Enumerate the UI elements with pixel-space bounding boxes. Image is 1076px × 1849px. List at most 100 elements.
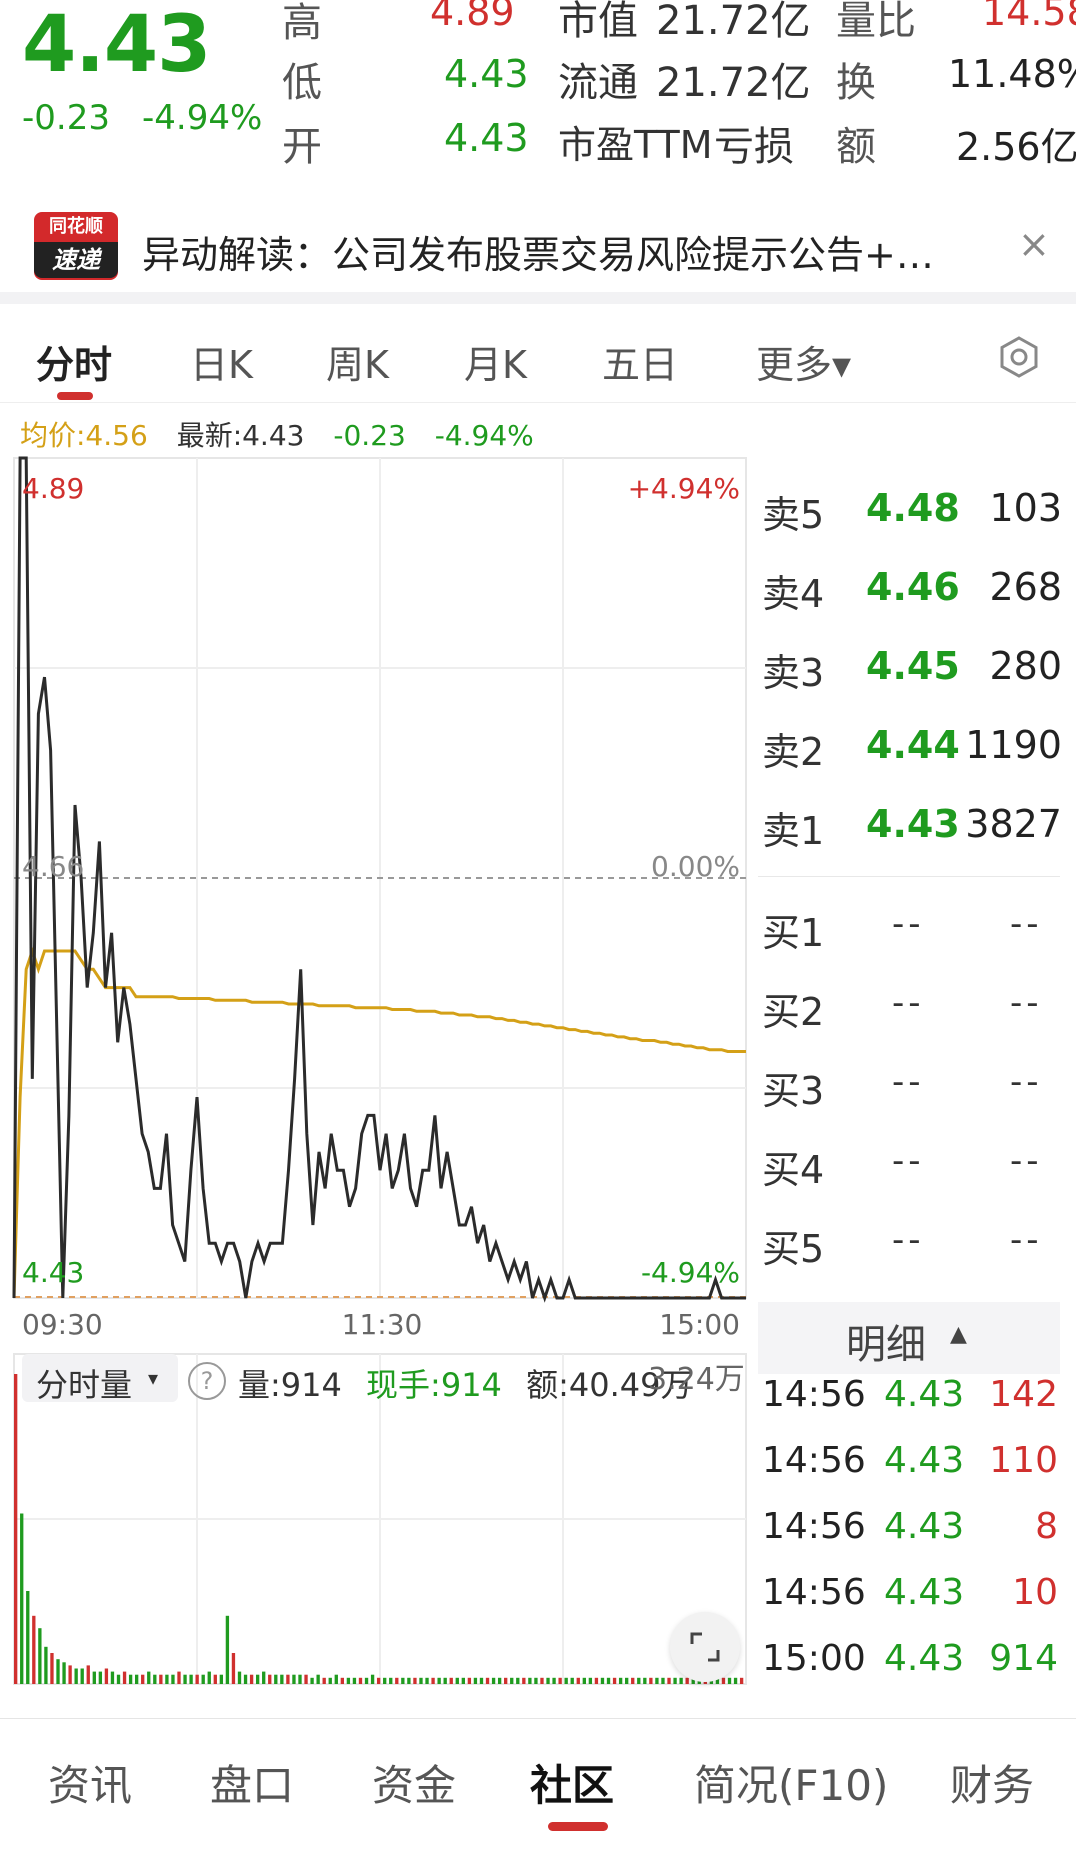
current-hand-value: 现手:914 (366, 1366, 502, 1404)
volume-bar (56, 1659, 60, 1684)
bid-3-price: -- (892, 1062, 925, 1102)
open-value: 4.43 (444, 116, 529, 160)
volume-bar (110, 1671, 115, 1684)
volume-bar (413, 1677, 417, 1684)
last-price: 4.43 (22, 0, 211, 90)
close-icon[interactable]: × (1018, 222, 1050, 266)
volume-bar (461, 1677, 465, 1684)
tab-news[interactable]: 资讯 (48, 1752, 132, 1813)
y-label-low: 4.43 (22, 1256, 84, 1289)
expand-chart-button[interactable] (670, 1612, 740, 1682)
x-label-close: 15:00 (659, 1308, 740, 1341)
volume-bar (237, 1671, 242, 1684)
bid-2-volume: -- (1010, 983, 1043, 1023)
turnover-value: 11.48% (948, 52, 1076, 96)
trade-volume: 142 (989, 1374, 1058, 1415)
trade-price: 4.43 (884, 1638, 965, 1679)
volume-bar (195, 1674, 199, 1684)
low-label: 低 (282, 60, 322, 106)
tab-five-day[interactable]: 五日 (602, 334, 678, 389)
volume-bar (600, 1677, 605, 1684)
low-value: 4.43 (444, 52, 529, 96)
intraday-stat-line: 均价:4.56 最新:4.43 -0.23 -4.94% (20, 414, 534, 454)
x-label-midday: 11:30 (342, 1308, 423, 1341)
amount-label: 额 (836, 124, 876, 170)
volume-bar (20, 1513, 24, 1684)
tab-market-depth[interactable]: 盘口 (210, 1752, 294, 1813)
volume-bar (38, 1628, 42, 1684)
expand-icon (690, 1632, 720, 1662)
volume-readout: 量:914 现手:914 额:40.49万 (238, 1360, 693, 1406)
open-label: 开 (282, 124, 322, 170)
volume-bar (304, 1674, 308, 1684)
trade-volume: 110 (989, 1440, 1058, 1481)
volume-bar (201, 1674, 205, 1684)
volume-bar (274, 1674, 278, 1684)
volume-bar (588, 1677, 593, 1684)
trade-time: 14:56 (762, 1506, 866, 1547)
volume-bar (346, 1677, 351, 1684)
price-change-percent: -4.94% (142, 98, 263, 138)
settings-icon[interactable] (998, 336, 1040, 378)
bid-2-price: -- (892, 983, 925, 1023)
volume-bar (86, 1665, 90, 1684)
volume-bar (534, 1677, 538, 1684)
pct-label-low: -4.94% (641, 1256, 740, 1289)
trade-time: 14:56 (762, 1440, 866, 1481)
volume-bar (358, 1677, 363, 1684)
tab-profile-f10[interactable]: 简况(F10) (694, 1752, 888, 1813)
volume-bar (44, 1646, 48, 1684)
bid-2-label: 买2 (762, 990, 825, 1034)
tab-monthly-k[interactable]: 月K (464, 334, 527, 389)
sort-up-icon[interactable]: ▲ (950, 1322, 967, 1347)
volume-bar (147, 1671, 151, 1684)
volume-bar (564, 1677, 568, 1684)
chevron-down-icon: ▾ (148, 1366, 159, 1390)
volume-bar (316, 1674, 320, 1684)
help-icon[interactable]: ? (188, 1362, 226, 1400)
tab-capital-flow[interactable]: 资金 (372, 1752, 456, 1813)
tab-daily-k[interactable]: 日K (190, 334, 253, 389)
latest-change: -0.23 (333, 419, 406, 452)
news-logo-top-text: 同花顺 (49, 216, 103, 237)
volume-bar (431, 1677, 435, 1684)
tab-intraday[interactable]: 分时 (36, 334, 112, 389)
volume-bar (177, 1671, 181, 1684)
ask-2-label: 卖2 (762, 730, 825, 774)
tab-community[interactable]: 社区 (530, 1752, 614, 1813)
volume-bar (159, 1674, 163, 1684)
average-price: 均价:4.56 (20, 419, 148, 452)
volume-bar (26, 1591, 30, 1684)
turnover-label: 换 (836, 60, 876, 106)
volume-bar (262, 1671, 266, 1684)
ask-5-label: 卖5 (762, 493, 825, 537)
tab-more[interactable]: 更多▾ (756, 334, 851, 389)
volume-bar (50, 1653, 54, 1684)
volume-bar (134, 1674, 139, 1684)
active-tab-indicator (57, 392, 93, 400)
tab-weekly-k[interactable]: 周K (326, 334, 389, 389)
volume-bar (370, 1674, 375, 1684)
volume-bar (243, 1674, 248, 1684)
pe-ratio-label: 市盈TTM (558, 123, 713, 167)
news-headline[interactable]: 异动解读：公司发布股票交易风险提示公告+… (142, 224, 934, 279)
volume-bar (122, 1671, 127, 1684)
volume-bar (401, 1677, 405, 1684)
volume-bar (183, 1674, 187, 1684)
latest-change-percent: -4.94% (434, 419, 534, 452)
y-label-high: 4.89 (22, 472, 84, 505)
trade-price: 4.43 (884, 1374, 965, 1415)
tab-financials[interactable]: 财务 (950, 1752, 1034, 1813)
trade-price: 4.43 (884, 1572, 965, 1613)
volume-bar (455, 1677, 459, 1684)
bid-1-price: -- (892, 904, 925, 944)
volume-bar (364, 1677, 369, 1684)
volume-bar (504, 1677, 508, 1684)
trade-details-title[interactable]: 明细 (846, 1312, 926, 1370)
volume-bar (62, 1662, 66, 1684)
volume-bar (352, 1677, 357, 1684)
volume-bar (292, 1674, 296, 1684)
volume-bar (473, 1677, 478, 1684)
volume-bar (249, 1674, 254, 1684)
trade-time: 14:56 (762, 1572, 866, 1613)
